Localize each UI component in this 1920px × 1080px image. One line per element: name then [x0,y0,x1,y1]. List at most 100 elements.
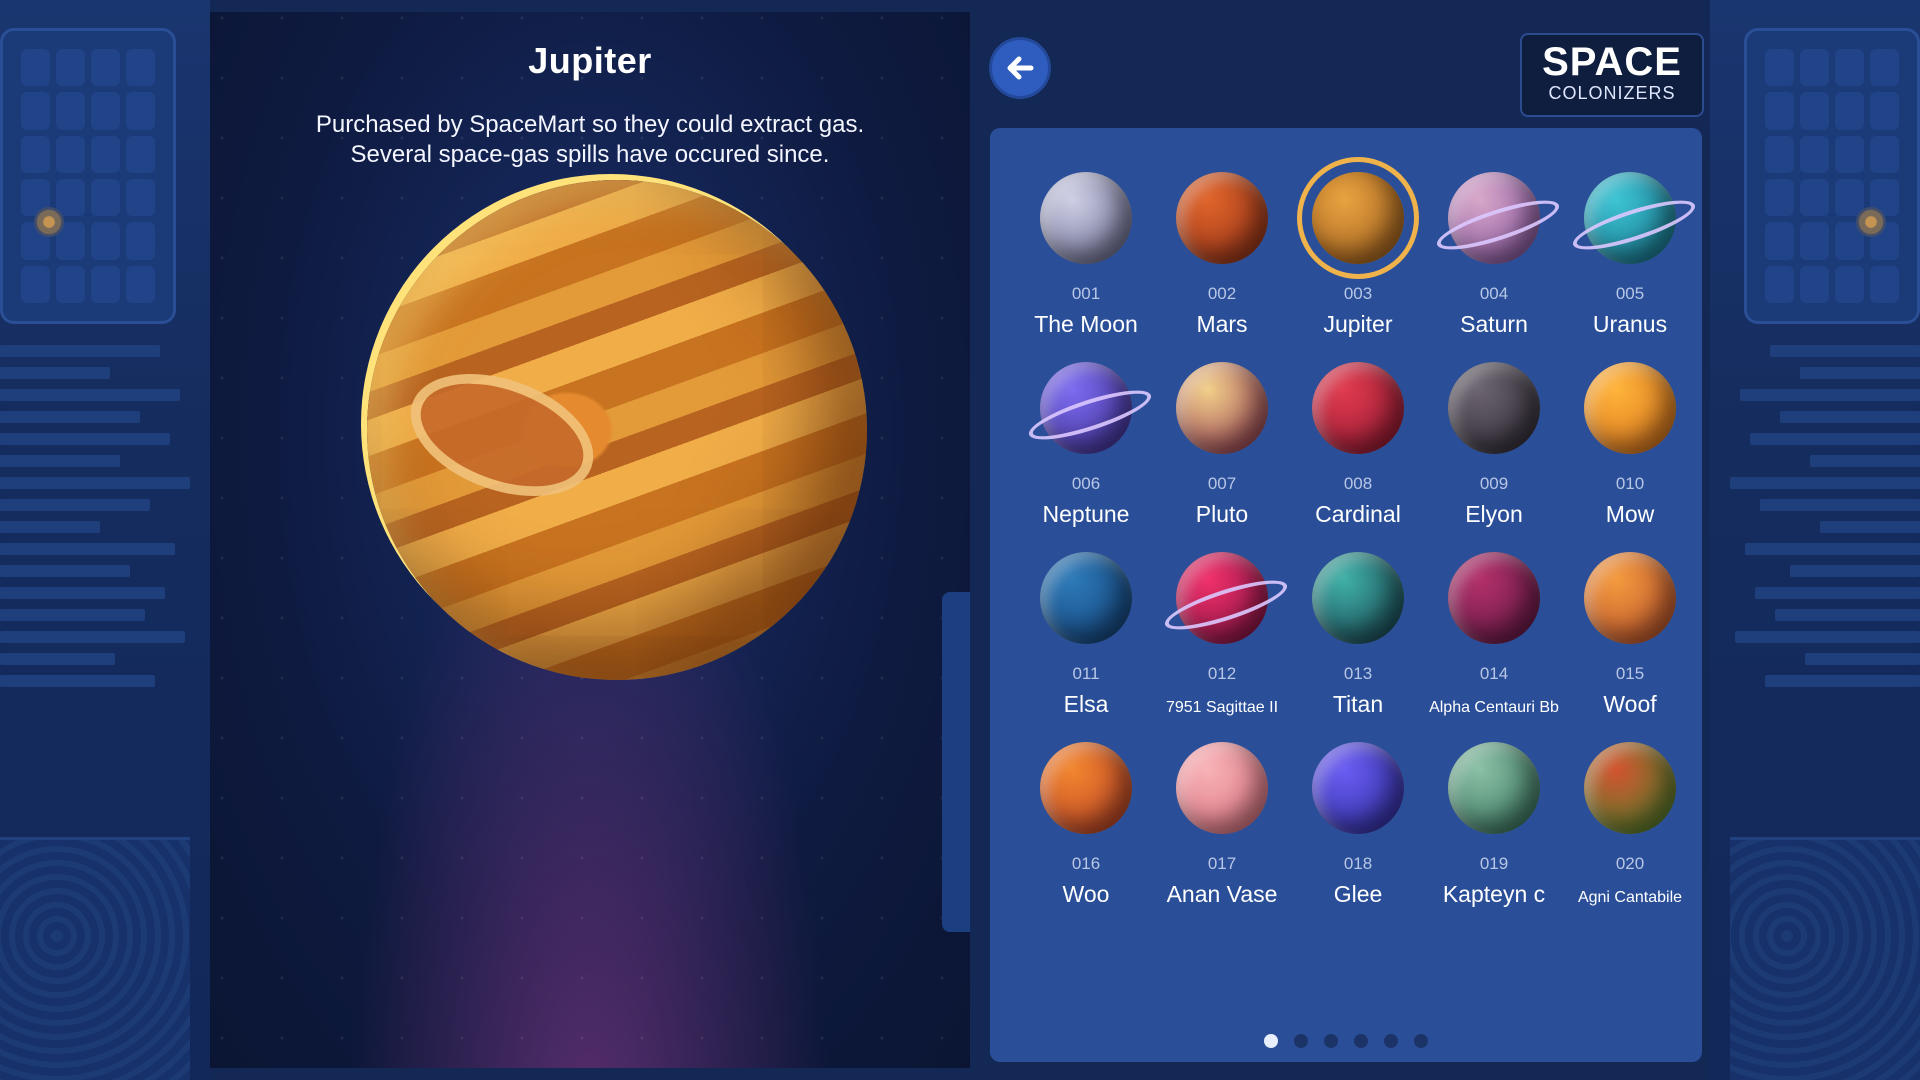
left-grid-panel [0,28,176,324]
planet-name: Elsa [1063,691,1109,717]
planet-icon [1584,362,1676,454]
planet-card[interactable]: 016 Woo [1018,728,1154,907]
planet-icon [1176,742,1268,834]
left-knob-decoration [34,207,64,237]
planet-description: Purchased by SpaceMart so they could ext… [250,110,930,170]
right-hex-decoration [1730,837,1920,1080]
jupiter-planet-illustration [367,180,867,680]
planet-icon [1312,362,1404,454]
planet-card[interactable]: 004 Saturn [1426,158,1564,337]
planet-number: 014 [1479,664,1509,683]
planet-icon [1176,362,1268,454]
planet-number: 007 [1207,474,1237,493]
planet-ring [1568,190,1700,260]
planet-card[interactable]: 005 Uranus [1562,158,1700,337]
left-hex-decoration [0,837,190,1080]
planet-card[interactable]: 011 Elsa [1018,538,1154,717]
planet-card[interactable]: 010 Mow [1562,348,1698,527]
planet-card[interactable]: 008 Cardinal [1290,348,1426,527]
planet-name: Titan [1332,691,1384,717]
planet-card[interactable]: 014 Alpha Centauri Bb [1426,538,1562,716]
planet-number: 013 [1343,664,1373,683]
planet-number: 017 [1207,854,1237,873]
planet-card[interactable]: 003 Jupiter [1290,158,1426,337]
planet-icon [1448,552,1540,644]
planet-card[interactable]: 002 Mars [1154,158,1290,337]
planet-description-line1: Purchased by SpaceMart so they could ext… [315,111,865,138]
planet-icon [1432,172,1564,264]
planet-ring [1024,380,1156,450]
planet-number: 004 [1479,284,1509,303]
planet-number: 016 [1071,854,1101,873]
planet-number: 018 [1343,854,1373,873]
page-dot[interactable] [1324,1034,1338,1048]
planet-name: Neptune [1042,501,1130,527]
planet-number: 001 [1071,284,1101,303]
planet-icon [1176,172,1268,264]
planet-number: 011 [1072,664,1100,683]
planet-icon [1160,552,1292,644]
planet-name: Uranus [1592,311,1668,337]
planet-icon [1040,552,1132,644]
left-side-frame [0,0,210,1080]
planet-card[interactable]: 009 Elyon [1426,348,1562,527]
planet-title: Jupiter [528,40,652,81]
planet-card[interactable]: 018 Glee [1290,728,1426,907]
planet-name: Cardinal [1315,501,1401,527]
planet-name: Mow [1605,501,1655,527]
planet-name: Elyon [1465,501,1523,527]
planet-card[interactable]: 007 Pluto [1154,348,1290,527]
right-knob-decoration [1856,207,1886,237]
planet-icon [1312,172,1404,264]
panel-edge-decoration [942,592,970,932]
planet-card[interactable]: 006 Neptune [1018,348,1156,527]
planet-number: 010 [1615,474,1645,493]
right-grid-panel [1744,28,1920,324]
logo-subtitle: COLONIZERS [1548,83,1676,103]
logo-title: SPACE [1542,40,1682,84]
page-dot[interactable] [1354,1034,1368,1048]
planet-number: 003 [1343,284,1373,303]
page-dot[interactable] [1384,1034,1398,1048]
planet-icon [1040,172,1132,264]
left-bars-decoration [0,345,190,815]
planet-name: 7951 Sagittae II [1165,699,1279,716]
planet-ring [1160,570,1292,640]
planet-name: Woo [1062,881,1110,907]
page-dot[interactable] [1414,1034,1428,1048]
planet-ring [1432,190,1564,260]
planet-icon [1312,552,1404,644]
planet-card[interactable]: 001 The Moon [1018,158,1154,337]
planet-name: Pluto [1195,501,1249,527]
game-logo: SPACE COLONIZERS [1520,33,1704,117]
planet-card[interactable]: 015 Woof [1562,538,1698,717]
planet-number: 019 [1479,854,1509,873]
page-dot[interactable] [1264,1034,1278,1048]
planet-icon [1448,742,1540,834]
arrow-left-icon [1007,56,1034,80]
planet-number: 009 [1479,474,1509,493]
planet-number: 015 [1615,664,1645,683]
planet-number: 008 [1343,474,1373,493]
back-button[interactable] [992,40,1048,96]
planet-name: Glee [1333,881,1383,907]
planet-card[interactable]: 013 Titan [1290,538,1426,717]
planet-number: 005 [1615,284,1645,303]
planet-card[interactable]: 012 7951 Sagittae II [1154,538,1292,716]
page-dot[interactable] [1294,1034,1308,1048]
pagination-dots [990,1034,1702,1048]
planet-card[interactable]: 020 Agni Cantabile [1562,728,1698,906]
planet-icon [1448,362,1540,454]
planet-name: Saturn [1460,311,1528,337]
planet-icon [1584,742,1676,834]
planet-name: Anan Vase [1166,881,1278,907]
planet-number: 020 [1615,854,1645,873]
planet-name: The Moon [1034,311,1138,337]
great-red-spot [393,350,611,520]
planet-icon [1568,172,1700,264]
planet-icon [1024,362,1156,454]
planet-icon [1040,742,1132,834]
planet-card[interactable]: 017 Anan Vase [1154,728,1290,907]
planet-card[interactable]: 019 Kapteyn c [1426,728,1562,907]
planet-icon [1312,742,1404,834]
